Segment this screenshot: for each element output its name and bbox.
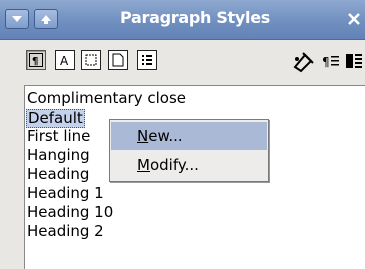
list-item[interactable]: Hanging bbox=[27, 146, 90, 165]
context-menu: New... Modify... bbox=[109, 119, 269, 182]
close-icon bbox=[348, 13, 360, 25]
paragraph-styles-window: Paragraph Styles ¶ A ¶ Complimentary clo… bbox=[0, 0, 365, 269]
window-title: Paragraph Styles bbox=[120, 8, 270, 27]
list-item-selected[interactable]: Default bbox=[26, 109, 85, 128]
list-item[interactable]: Heading 10 bbox=[27, 203, 113, 222]
update-style-icon bbox=[346, 54, 362, 68]
svg-text:A: A bbox=[60, 54, 69, 67]
new-mnemonic: N bbox=[137, 127, 149, 145]
paragraph-styles-icon: ¶ bbox=[29, 53, 43, 67]
title-bar: Paragraph Styles bbox=[0, 0, 365, 40]
list-item[interactable]: Heading 1 bbox=[27, 184, 104, 203]
paragraph-styles-button[interactable]: ¶ bbox=[26, 50, 46, 70]
menu-item-modify[interactable]: Modify... bbox=[111, 151, 267, 179]
window-menu-button[interactable] bbox=[5, 9, 29, 29]
list-item[interactable]: Heading 2 bbox=[27, 222, 104, 241]
modify-label: odify... bbox=[149, 156, 199, 174]
close-button[interactable] bbox=[343, 9, 365, 29]
list-item[interactable]: First line bbox=[27, 127, 90, 146]
frame-styles-icon bbox=[85, 54, 97, 66]
fill-format-mode-button[interactable] bbox=[291, 49, 315, 73]
new-style-from-selection-button[interactable]: ¶ bbox=[322, 52, 340, 70]
fill-format-icon bbox=[293, 52, 314, 73]
shade-button[interactable] bbox=[34, 9, 58, 29]
page-styles-button[interactable] bbox=[108, 50, 128, 70]
list-styles-button[interactable] bbox=[137, 50, 157, 70]
list-item[interactable]: Heading bbox=[27, 165, 89, 184]
list-item[interactable]: Complimentary close bbox=[27, 89, 186, 108]
chevron-down-icon bbox=[12, 16, 22, 22]
character-styles-button[interactable]: A bbox=[55, 50, 75, 70]
update-style-button[interactable] bbox=[345, 52, 363, 70]
frame-styles-button[interactable] bbox=[81, 50, 101, 70]
arrow-up-icon bbox=[41, 15, 51, 24]
new-label: ew... bbox=[148, 127, 183, 145]
character-styles-icon: A bbox=[60, 54, 69, 67]
svg-text:¶: ¶ bbox=[322, 55, 330, 69]
new-style-from-selection-icon: ¶ bbox=[322, 55, 339, 69]
svg-text:¶: ¶ bbox=[32, 56, 38, 67]
modify-mnemonic: M bbox=[137, 156, 150, 174]
list-styles-icon bbox=[142, 55, 152, 65]
menu-item-new[interactable]: New... bbox=[111, 122, 267, 150]
page-styles-icon bbox=[112, 53, 124, 67]
